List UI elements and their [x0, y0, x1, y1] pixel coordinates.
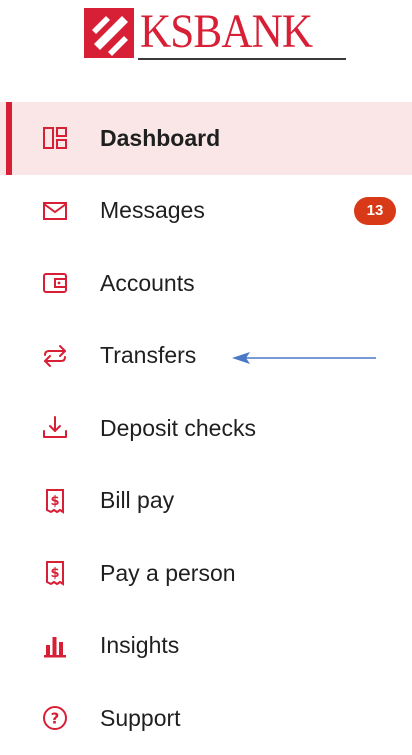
nav-label-transfers: Transfers: [100, 342, 197, 369]
nav-label-dashboard: Dashboard: [100, 124, 221, 151]
main-nav: Dashboard Messages 13 Accounts Transfers…: [0, 102, 412, 755]
bar-chart-icon: [38, 629, 72, 663]
svg-text:?: ?: [51, 710, 60, 728]
envelope-icon: [38, 194, 72, 228]
download-tray-icon: [38, 411, 72, 445]
nav-item-pay-a-person[interactable]: $ Pay a person: [0, 537, 412, 610]
logo-underline: [138, 58, 346, 60]
nav-item-support[interactable]: ? Support: [0, 682, 412, 755]
nav-label-insights: Insights: [100, 632, 180, 659]
nav-label-support: Support: [100, 704, 181, 731]
transfer-arrows-icon: [38, 339, 72, 373]
nav-item-accounts[interactable]: Accounts: [0, 247, 412, 320]
question-circle-icon: ?: [38, 701, 72, 735]
ks-bank-logo-mark-icon: [84, 8, 134, 58]
nav-item-insights[interactable]: Insights: [0, 610, 412, 683]
nav-label-bill-pay: Bill pay: [100, 487, 175, 514]
nav-item-dashboard[interactable]: Dashboard: [0, 102, 412, 175]
nav-label-pay-a-person: Pay a person: [100, 559, 236, 586]
receipt-dollar-icon: $: [38, 556, 72, 590]
dashboard-icon: [38, 121, 72, 155]
ks-bank-logo-text: KSBANK: [140, 5, 313, 58]
nav-label-deposit-checks: Deposit checks: [100, 414, 256, 441]
messages-unread-badge: 13: [354, 196, 396, 225]
svg-text:$: $: [50, 566, 59, 581]
svg-text:$: $: [50, 494, 59, 509]
nav-item-bill-pay[interactable]: $ Bill pay: [0, 465, 412, 538]
nav-item-messages[interactable]: Messages 13: [0, 175, 412, 248]
nav-item-deposit-checks[interactable]: Deposit checks: [0, 392, 412, 465]
ks-bank-logo: KSBANK: [84, 5, 346, 62]
receipt-dollar-icon: $: [38, 484, 72, 518]
nav-label-messages: Messages: [100, 197, 205, 224]
nav-label-accounts: Accounts: [100, 269, 195, 296]
wallet-icon: [38, 266, 72, 300]
annotation-arrow-icon: [232, 352, 376, 364]
